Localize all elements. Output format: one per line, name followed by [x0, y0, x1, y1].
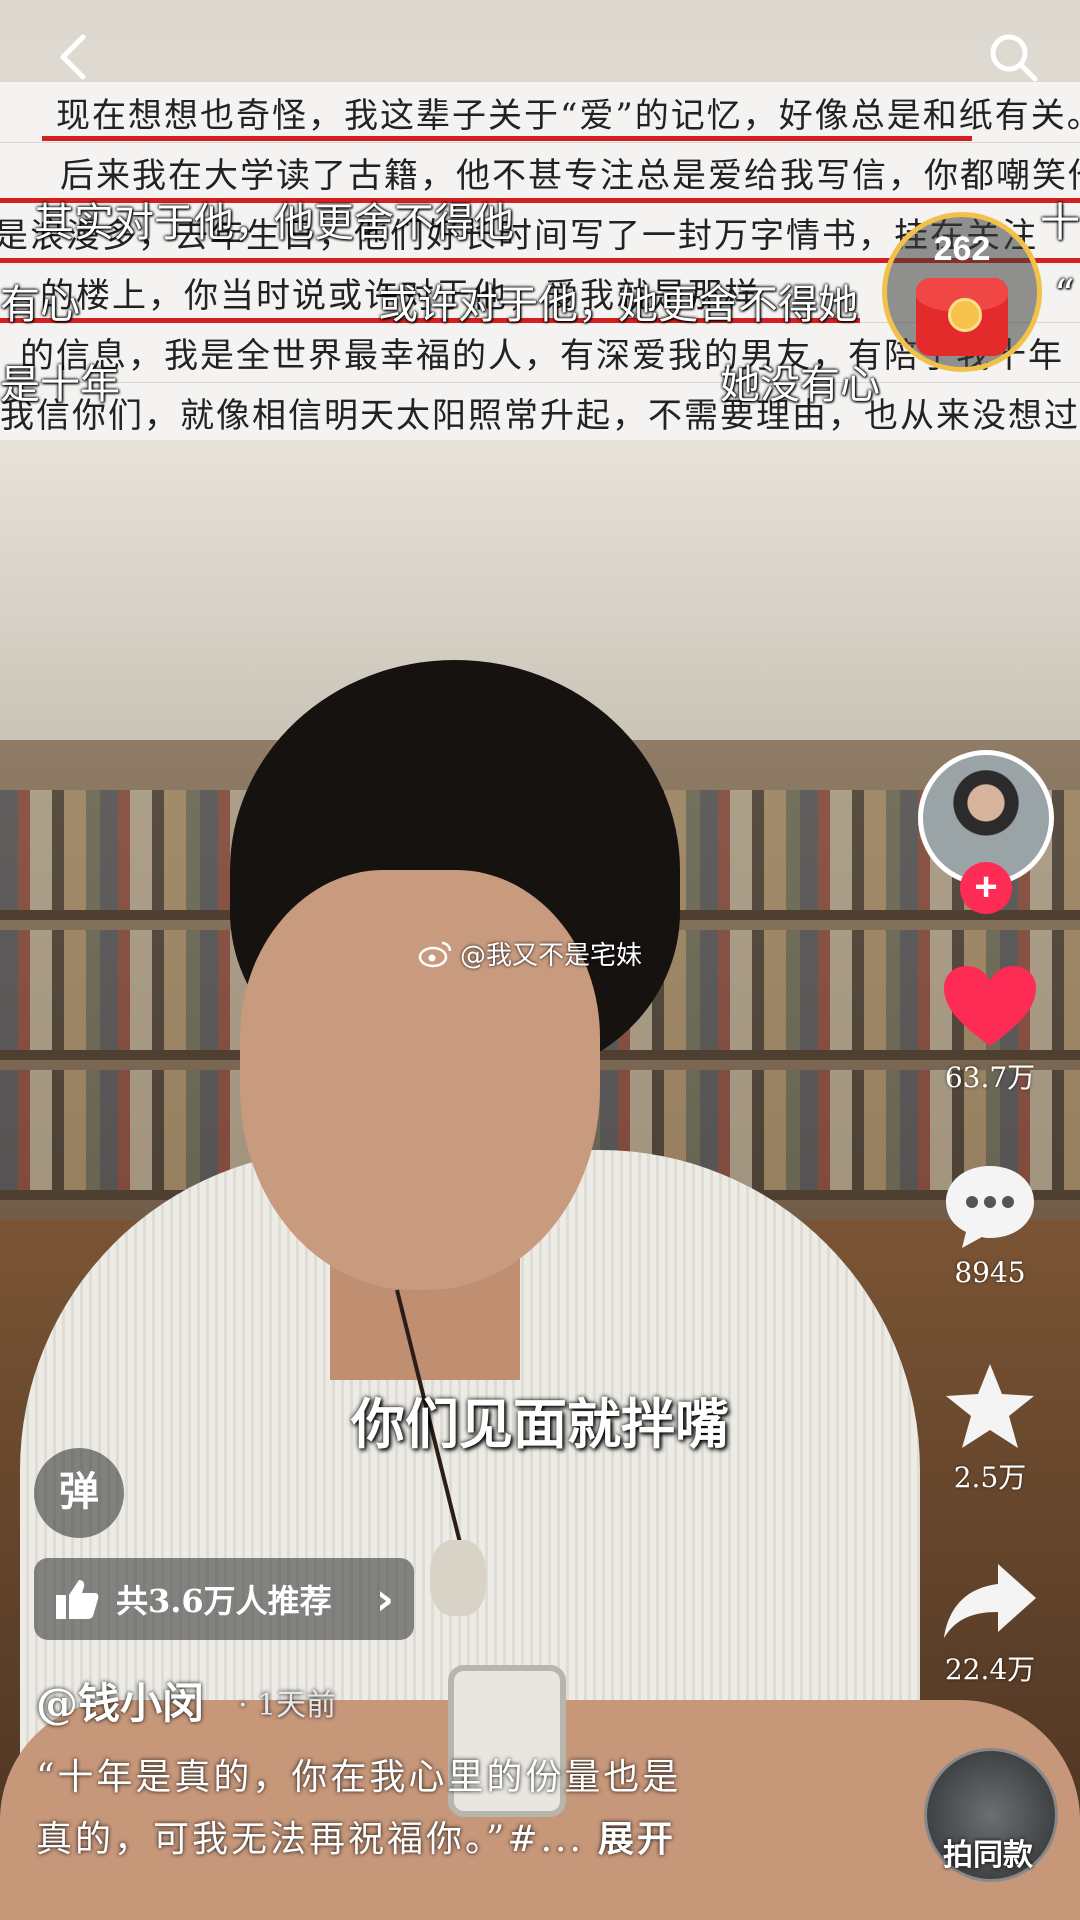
creator-avatar[interactable]: +: [918, 750, 1054, 914]
heart-icon: [944, 966, 1036, 1046]
share-arrow-icon: [944, 1564, 1036, 1638]
weibo-watermark: @我又不是宅妹: [418, 935, 642, 972]
search-button[interactable]: [978, 22, 1048, 92]
paper-rule: [0, 382, 1080, 383]
danmaku-toggle-button[interactable]: 弹: [34, 1448, 124, 1538]
red-packet-widget[interactable]: 262: [882, 212, 1042, 372]
red-packet-count: 262: [933, 230, 991, 268]
back-arrow-icon: [60, 34, 86, 80]
video-subtitle: 你们见面就拌嘴: [351, 1393, 729, 1456]
weibo-icon: [418, 941, 452, 967]
post-description-line-2: 真的，可我无法再祝福你。”#... 展开: [36, 1810, 816, 1862]
share-count: 22.4万: [944, 1653, 1036, 1686]
follow-button[interactable]: +: [960, 862, 1012, 914]
watermark-handle: @我又不是宅妹: [460, 941, 643, 971]
danmaku-comment: “: [1054, 272, 1075, 318]
danmaku-comment: 她没有心: [720, 362, 880, 408]
like-button[interactable]: 63.7万: [930, 962, 1050, 1096]
danmaku-comment: 有心: [0, 282, 80, 328]
note-underline: [42, 136, 972, 141]
note-line-1: 现在想想也奇怪，我这辈子关于“爱”的记忆，好像总是和纸有关。: [56, 96, 1080, 136]
comment-count: 8945: [954, 1256, 1026, 1289]
post-time: · 1天前: [238, 1688, 337, 1723]
danmaku-comment: 十: [1040, 200, 1080, 246]
share-button[interactable]: 22.4万: [930, 1558, 1050, 1688]
thumbs-up-icon: [56, 1580, 99, 1619]
person-face: [240, 870, 600, 1290]
favorite-button[interactable]: 2.5万: [930, 1360, 1050, 1496]
danmaku-comment: 是十年: [0, 362, 120, 408]
danmaku-comment: 其实对于他，他更舍不得他: [34, 200, 514, 246]
paper-rule: [0, 142, 1080, 143]
search-icon: [990, 34, 1038, 82]
recommend-pill[interactable]: 共3.6万人推荐 ›: [34, 1558, 414, 1640]
comment-button[interactable]: 8945: [930, 1160, 1050, 1289]
note-line-6: 我信你们，就像相信明天太阳照常升起，不需要理由，也从来没想过要验证。: [0, 396, 1080, 436]
back-button[interactable]: [40, 22, 110, 92]
like-count: 63.7万: [944, 1061, 1036, 1094]
comment-bubble-icon: [946, 1166, 1034, 1248]
chevron-right-icon: ›: [375, 1573, 394, 1625]
same-style-label[interactable]: 拍同款: [918, 1830, 1058, 1874]
star-icon: [946, 1364, 1034, 1448]
favorite-count: 2.5万: [953, 1461, 1027, 1494]
author-name[interactable]: @钱小闵: [36, 1670, 204, 1731]
post-description-text: 真的，可我无法再祝福你。”#...: [36, 1819, 584, 1860]
expand-link[interactable]: 展开: [598, 1818, 676, 1860]
coin-icon: [948, 298, 982, 332]
post-description-line-1: “十年是真的，你在我心里的份量也是: [36, 1757, 682, 1798]
necklace-pendant: [430, 1540, 486, 1616]
danmaku-comment: 或许对于他，她更舍不得她: [378, 282, 858, 328]
recommend-label: 共3.6万人推荐: [116, 1582, 332, 1620]
